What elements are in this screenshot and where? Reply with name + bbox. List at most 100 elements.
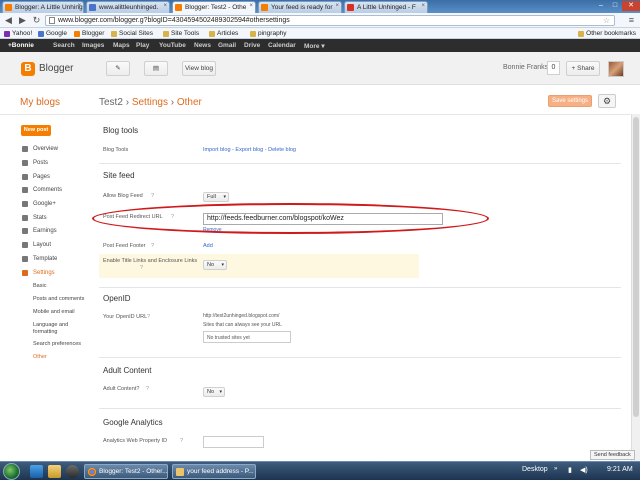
analytics-id-input[interactable] — [203, 436, 264, 448]
user-name[interactable]: Bonnie Franks — [503, 64, 548, 71]
show-hidden-icons-icon[interactable]: » — [554, 466, 557, 472]
reload-icon[interactable]: ↻ — [31, 15, 42, 26]
gbar-play[interactable]: Play — [136, 42, 149, 49]
gbar-news[interactable]: News — [194, 42, 211, 49]
help-icon[interactable]: ? — [151, 243, 154, 249]
scrollbar[interactable] — [631, 114, 640, 461]
blogger-logo-icon[interactable]: B — [21, 62, 35, 76]
gear-icon[interactable]: ⚙ — [598, 94, 616, 108]
close-tab-icon[interactable]: × — [421, 3, 425, 9]
gbar-drive[interactable]: Drive — [244, 42, 260, 49]
wrench-menu-icon[interactable]: ≡ — [629, 15, 634, 25]
help-icon[interactable]: ? — [140, 265, 143, 271]
help-icon[interactable]: ? — [147, 314, 150, 320]
browser-tab[interactable]: Your feed is ready for × — [258, 1, 342, 13]
taskbar-chrome-window[interactable]: Blogger: Test2 - Other... — [84, 464, 168, 479]
gbar-more[interactable]: More ▾ — [304, 42, 325, 50]
clock[interactable]: 9:21 AM — [607, 466, 633, 473]
my-blogs-link[interactable]: My blogs — [20, 97, 60, 108]
view-blog-button[interactable]: View blog — [182, 61, 216, 76]
settings-sub-mobile-email[interactable]: Mobile and email — [33, 309, 93, 316]
gbar-maps[interactable]: Maps — [113, 42, 130, 49]
adult-content-select[interactable]: No ▾ — [203, 387, 225, 397]
help-icon[interactable]: ? — [146, 386, 149, 392]
sidebar-item-pages[interactable]: Pages — [22, 172, 50, 182]
address-bar[interactable]: www.blogger.com/blogger.g?blogID=4304594… — [45, 15, 615, 26]
send-feedback-button[interactable]: Send feedback — [590, 450, 635, 460]
gbar-calendar[interactable]: Calendar — [268, 42, 296, 49]
close-tab-icon[interactable]: × — [163, 3, 167, 9]
taskbar-paint-window[interactable]: your feed address - P... — [172, 464, 256, 479]
delete-blog-link[interactable]: Delete blog — [268, 147, 296, 153]
posts-list-button[interactable]: ▤ — [144, 61, 168, 76]
bookmark-site-tools[interactable]: Site Tools — [163, 30, 199, 37]
browser-tab[interactable]: A Little Unhinged - F × — [344, 1, 428, 13]
allow-blog-feed-select[interactable]: Full ▾ — [203, 192, 229, 202]
bookmark-articles[interactable]: Articles — [209, 30, 238, 37]
brand-name[interactable]: Blogger — [39, 63, 73, 74]
folder-icon[interactable] — [48, 465, 61, 478]
chevron-down-icon: ▾ — [221, 262, 224, 268]
browser-tab-active[interactable]: Blogger: Test2 - Othe × — [172, 1, 256, 13]
import-blog-link[interactable]: Import blog — [203, 147, 231, 153]
new-post-pencil-button[interactable]: ✎ — [106, 61, 130, 76]
sidebar-item-settings[interactable]: Settings — [22, 268, 55, 278]
browser-tab-strip: Blogger: A Little Unhing × www.alittleun… — [0, 0, 640, 13]
network-icon[interactable]: ▮ — [568, 466, 572, 474]
sidebar-item-googleplus[interactable]: Google+ — [22, 199, 56, 209]
breadcrumb-settings[interactable]: Settings — [132, 97, 168, 108]
back-icon[interactable]: ◀ — [3, 15, 14, 26]
browser-tab[interactable]: www.alittleunhinged. × — [86, 1, 170, 13]
forward-icon[interactable]: ▶ — [17, 15, 28, 26]
sidebar-item-template[interactable]: Template — [22, 254, 57, 264]
settings-sub-language[interactable]: Language and formatting — [33, 322, 75, 336]
notification-count[interactable]: 0 — [547, 61, 560, 75]
add-footer-link[interactable]: Add — [203, 243, 213, 249]
scrollbar-thumb[interactable] — [633, 117, 639, 417]
export-blog-link[interactable]: Export blog — [235, 147, 263, 153]
sidebar-item-earnings[interactable]: Earnings — [22, 226, 57, 236]
sidebar-item-comments[interactable]: Comments — [22, 185, 62, 195]
enclosure-links-select[interactable]: No ▾ — [203, 260, 227, 270]
help-icon[interactable]: ? — [151, 193, 154, 199]
gbar-search[interactable]: Search — [53, 42, 75, 49]
sidebar-item-stats[interactable]: Stats — [22, 213, 47, 223]
share-button[interactable]: + Share — [566, 61, 600, 76]
help-icon[interactable]: ? — [180, 438, 183, 444]
browser-tab[interactable]: Blogger: A Little Unhing × — [2, 1, 84, 13]
gbar-gmail[interactable]: Gmail — [218, 42, 236, 49]
close-tab-icon[interactable]: × — [77, 3, 81, 9]
bookmark-google[interactable]: Google — [38, 30, 67, 37]
bookmarks-bar: Yahoo! Google Blogger Social Sites Site … — [0, 28, 640, 39]
bookmark-yahoo[interactable]: Yahoo! — [4, 30, 32, 37]
avatar[interactable] — [608, 61, 624, 77]
gbar-images[interactable]: Images — [82, 42, 104, 49]
gbar-plus[interactable]: +Bonnie — [8, 42, 34, 49]
bookmark-blogger[interactable]: Blogger — [74, 30, 104, 37]
other-bookmarks[interactable]: Other bookmarks — [578, 30, 636, 37]
media-player-icon[interactable] — [66, 465, 79, 478]
minimize-icon[interactable]: – — [594, 1, 608, 11]
close-tab-icon[interactable]: × — [335, 3, 339, 9]
close-window-icon[interactable]: ✕ — [622, 1, 640, 11]
sidebar-item-layout[interactable]: Layout — [22, 240, 51, 250]
close-tab-icon[interactable]: × — [249, 3, 253, 9]
desktop-toolbar[interactable]: Desktop — [522, 466, 548, 473]
bookmark-social-sites[interactable]: Social Sites — [111, 30, 153, 37]
volume-icon[interactable]: ◀) — [580, 466, 588, 474]
settings-sub-basic[interactable]: Basic — [33, 283, 93, 290]
bookmark-star-icon[interactable]: ☆ — [603, 16, 610, 25]
sidebar-item-posts[interactable]: Posts — [22, 158, 48, 168]
save-settings-button[interactable]: Save settings — [548, 95, 592, 107]
bookmark-pingraphy[interactable]: pingraphy — [250, 30, 287, 37]
settings-sub-other[interactable]: Other — [33, 354, 93, 361]
maximize-icon[interactable]: □ — [608, 1, 622, 11]
gbar-youtube[interactable]: YouTube — [159, 42, 186, 49]
blog-name[interactable]: Test2 — [99, 97, 123, 108]
new-post-button[interactable]: New post — [21, 125, 51, 136]
settings-sub-search[interactable]: Search preferences — [33, 341, 93, 348]
start-button-icon[interactable] — [3, 463, 20, 480]
internet-explorer-icon[interactable] — [30, 465, 43, 478]
sidebar-item-overview[interactable]: Overview — [22, 144, 58, 154]
settings-sub-posts-comments[interactable]: Posts and comments — [33, 296, 93, 303]
